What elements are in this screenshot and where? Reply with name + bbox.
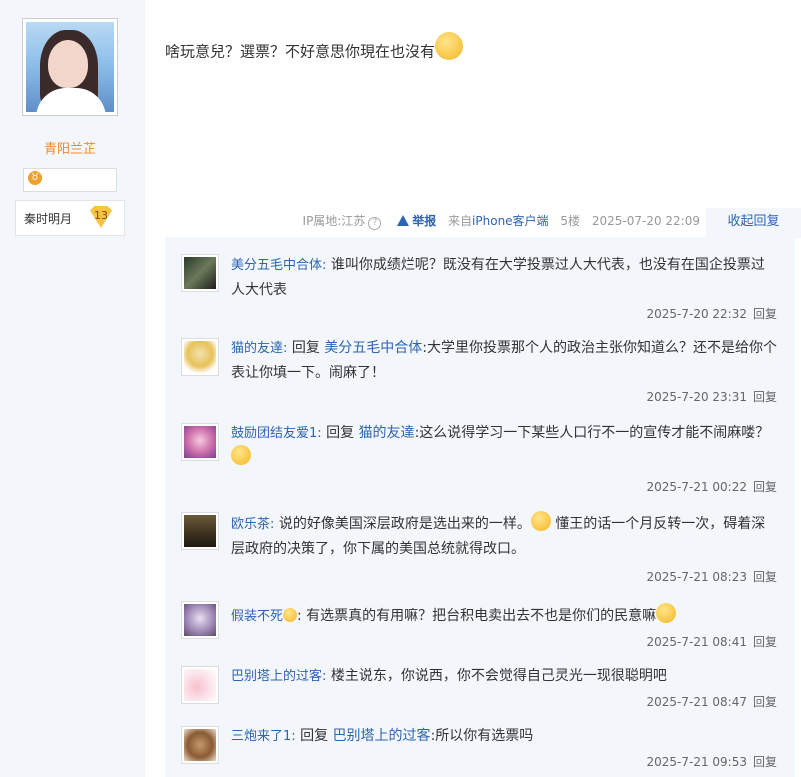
reply-button[interactable]: 回复 xyxy=(753,307,777,321)
shy-emoji-icon xyxy=(530,511,551,531)
user-sidebar: 青阳兰芷 ♉ 秦时明月 13 xyxy=(0,0,145,777)
comment-avatar[interactable] xyxy=(181,423,219,461)
comment-avatar[interactable] xyxy=(181,726,219,764)
reply-button[interactable]: 回复 xyxy=(753,755,777,769)
comment-time: 2025-7-21 08:41 xyxy=(646,635,747,649)
comment-author[interactable]: 假装不死 xyxy=(231,609,283,624)
comment-author[interactable]: 猫的友達: xyxy=(231,341,287,356)
love-emoji-icon xyxy=(656,603,677,623)
collapse-replies-button[interactable]: 收起回复 xyxy=(706,208,801,238)
reply-target-link[interactable]: 巴别塔上的过客 xyxy=(333,728,431,744)
floor-number: 5楼 xyxy=(560,214,581,228)
reply-prefix: 回复 xyxy=(291,340,320,356)
help-icon[interactable]: ? xyxy=(368,217,382,230)
comment-text: : 有选票真的有用嘛？把台积电卖出去不也是你们的民意嘛 xyxy=(297,608,657,624)
reply-button[interactable]: 回复 xyxy=(753,480,777,494)
level-box[interactable]: 秦时明月 13 xyxy=(15,200,125,236)
report-link[interactable]: 举报 xyxy=(397,214,436,228)
reply-button[interactable]: 回复 xyxy=(753,635,777,649)
comment-author[interactable]: 欧乐茶: xyxy=(231,517,274,532)
reply-prefix: 回复 xyxy=(300,728,329,744)
post-date: 2025-07-20 22:09 xyxy=(591,214,700,228)
comment-avatar[interactable] xyxy=(181,512,219,550)
sweat-emoji-icon xyxy=(283,608,298,622)
user-avatar[interactable] xyxy=(22,18,118,116)
reply-button[interactable]: 回复 xyxy=(753,390,777,404)
level-number-badge: 13 xyxy=(90,206,112,228)
comment-text: :所以你有选票吗 xyxy=(430,728,534,744)
comment-time: 2025-7-20 22:32 xyxy=(646,307,747,321)
reply-target-link[interactable]: 猫的友達 xyxy=(359,425,415,441)
reply-prefix: 回复 xyxy=(326,425,355,441)
comment-author[interactable]: 美分五毛中合体: xyxy=(231,258,326,273)
badge-box[interactable]: ♉ xyxy=(23,168,117,192)
warning-icon xyxy=(397,215,410,226)
comment-time: 2025-7-21 00:22 xyxy=(646,480,747,494)
reply-target-link[interactable]: 美分五毛中合体 xyxy=(324,340,422,356)
tongue-emoji-icon xyxy=(231,445,251,465)
device-link[interactable]: iPhone客户端 xyxy=(472,214,549,228)
comment-time: 2025-7-21 08:23 xyxy=(646,570,747,584)
comment-time: 2025-7-21 09:53 xyxy=(646,755,747,769)
comment-author[interactable]: 巴别塔上的过客: xyxy=(231,669,326,684)
comment-avatar[interactable] xyxy=(181,254,219,292)
level-name: 秦时明月 xyxy=(24,212,73,226)
post-text: 啥玩意兒？選票？不好意思你現在也沒有 xyxy=(165,42,436,61)
reply-button[interactable]: 回复 xyxy=(753,695,777,709)
comment-text: 说的好像美国深层政府是选出来的一样。 xyxy=(278,516,531,532)
ip-location: IP属地:江苏 xyxy=(302,214,366,228)
post-source: 来自iPhone客户端 xyxy=(448,214,549,228)
comment-list: 美分五毛中合体: 谁叫你成绩烂呢？既没有在大学投票过人大代表，也没有在国企投票过… xyxy=(165,237,795,777)
comment-avatar[interactable] xyxy=(181,601,219,639)
grimace-emoji-icon xyxy=(435,32,464,60)
comment-time: 2025-7-20 23:31 xyxy=(646,390,747,404)
comment-text: 楼主说东，你说西，你不会觉得自己灵光一现很聪明吧 xyxy=(330,668,667,684)
post-content: 啥玩意兒？選票？不好意思你現在也沒有 xyxy=(165,32,464,66)
comment-avatar[interactable] xyxy=(181,666,219,704)
taurus-badge-icon: ♉ xyxy=(28,171,42,185)
comment-time: 2025-7-21 08:47 xyxy=(646,695,747,709)
username-link[interactable]: 青阳兰芷 xyxy=(0,138,140,157)
reply-button[interactable]: 回复 xyxy=(753,570,777,584)
post-meta-bar: IP属地:江苏? 举报 来自iPhone客户端 5楼 2025-07-20 22… xyxy=(295,212,700,232)
comment-author[interactable]: 鼓励团结友爱1: xyxy=(231,426,322,441)
comment-author[interactable]: 三炮来了1: xyxy=(231,729,296,744)
comment-avatar[interactable] xyxy=(181,338,219,376)
comment-text: :这么说得学习一下某些人口行不一的宣传才能不闹麻喽？ xyxy=(414,425,770,441)
